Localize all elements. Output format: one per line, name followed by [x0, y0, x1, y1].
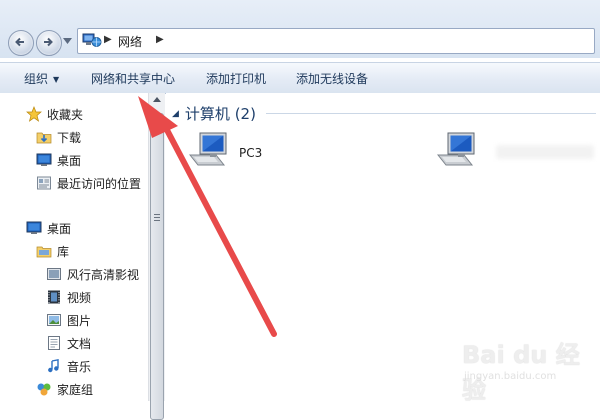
sidebar-item-desktop-fav[interactable]: 桌面	[36, 151, 81, 169]
recent-places-icon	[37, 176, 51, 190]
video-library-icon	[47, 268, 61, 280]
organize-label: 组织	[24, 72, 49, 86]
group-header-computers[interactable]: ◢ 计算机 (2)	[172, 103, 256, 124]
network-sharing-center-button[interactable]: 网络和共享中心	[91, 70, 175, 87]
sidebar-item-favorites[interactable]: 收藏夹	[26, 105, 83, 123]
sidebar-item-videos[interactable]: 视频	[46, 288, 91, 306]
film-icon	[48, 290, 60, 304]
sidebar-item-label: 最近访问的位置	[57, 176, 142, 191]
navigation-scrollbar[interactable]	[148, 93, 165, 420]
blurred-computer-name	[496, 145, 594, 159]
arrow-right-icon	[44, 37, 53, 47]
library-icon	[36, 246, 52, 258]
sidebar-item-label: 风行高清影视	[67, 267, 140, 282]
documents-icon	[48, 336, 60, 350]
organize-menu-button[interactable]: 组织 ▼	[24, 70, 59, 87]
computer-name[interactable]: PC3	[239, 146, 262, 160]
sidebar-item-pictures[interactable]: 图片	[46, 311, 91, 329]
command-toolbar: 组织 ▼ 网络和共享中心 添加打印机 添加无线设备	[0, 62, 600, 94]
address-field[interactable]: ▶ 网络 ▶	[77, 28, 595, 54]
sidebar-item-label: 桌面	[57, 153, 82, 168]
sidebar-item-label: 家庭组	[57, 382, 94, 397]
sidebar-item-recent-places[interactable]: 最近访问的位置	[36, 174, 141, 192]
address-bar-area: ▶ 网络 ▶	[0, 0, 600, 58]
pictures-icon	[47, 314, 61, 326]
sidebar-item-library[interactable]: 库	[36, 242, 69, 260]
sidebar-item-documents[interactable]: 文档	[46, 334, 91, 352]
sidebar-item-homegroup[interactable]: 家庭组	[36, 380, 93, 398]
homegroup-icon	[37, 383, 51, 396]
breadcrumb-separator[interactable]: ▶	[156, 34, 164, 45]
chevron-down-icon: ▼	[53, 75, 60, 84]
collapse-triangle-icon[interactable]: ◢	[172, 109, 179, 119]
sidebar-item-label: 下载	[57, 130, 82, 145]
scroll-up-icon[interactable]	[153, 97, 161, 102]
arrow-left-icon	[15, 37, 24, 47]
group-title: 计算机 (2)	[184, 105, 256, 123]
desktop-icon	[26, 221, 42, 234]
add-wireless-device-button[interactable]: 添加无线设备	[296, 70, 368, 87]
watermark-subtext: jingyan.baidu.com	[464, 371, 557, 382]
recent-pages-dropdown[interactable]	[63, 38, 72, 44]
breadcrumb-separator[interactable]: ▶	[104, 34, 112, 45]
computer-icon[interactable]	[188, 131, 232, 171]
navigation-pane: 收藏夹 下载 桌面 最近访问的位置 桌面 库 风行高清影视 视频 图片 文档 音…	[0, 93, 148, 401]
computer-icon[interactable]	[436, 131, 480, 171]
add-printer-button[interactable]: 添加打印机	[206, 70, 266, 87]
breadcrumb-network[interactable]: 网络	[118, 33, 142, 50]
star-icon	[26, 106, 42, 122]
sidebar-item-label: 视频	[67, 290, 92, 305]
sidebar-item-desktop[interactable]: 桌面	[26, 219, 71, 237]
sidebar-item-downloads[interactable]: 下载	[36, 128, 81, 146]
sidebar-item-video-library[interactable]: 风行高清影视	[46, 265, 139, 283]
sidebar-item-label: 文档	[67, 336, 92, 351]
sidebar-item-music[interactable]: 音乐	[46, 357, 91, 375]
baidu-jingyan-watermark: Bai du 经验 jingyan.baidu.com	[462, 335, 594, 404]
network-icon	[82, 33, 102, 47]
scrollbar-thumb[interactable]	[150, 113, 164, 420]
sidebar-item-label: 图片	[67, 313, 92, 328]
sidebar-item-label: 音乐	[67, 359, 92, 374]
sidebar-item-label: 库	[57, 244, 70, 259]
music-icon	[48, 358, 59, 373]
desktop-icon	[36, 153, 52, 166]
watermark-text: Bai du 经验	[462, 341, 580, 404]
sidebar-item-label: 桌面	[47, 221, 72, 236]
sidebar-item-label: 收藏夹	[47, 107, 84, 122]
grip-icon	[154, 214, 160, 223]
forward-button[interactable]	[36, 30, 62, 56]
download-folder-icon	[36, 132, 52, 144]
back-button[interactable]	[8, 30, 34, 56]
group-divider	[266, 113, 596, 114]
